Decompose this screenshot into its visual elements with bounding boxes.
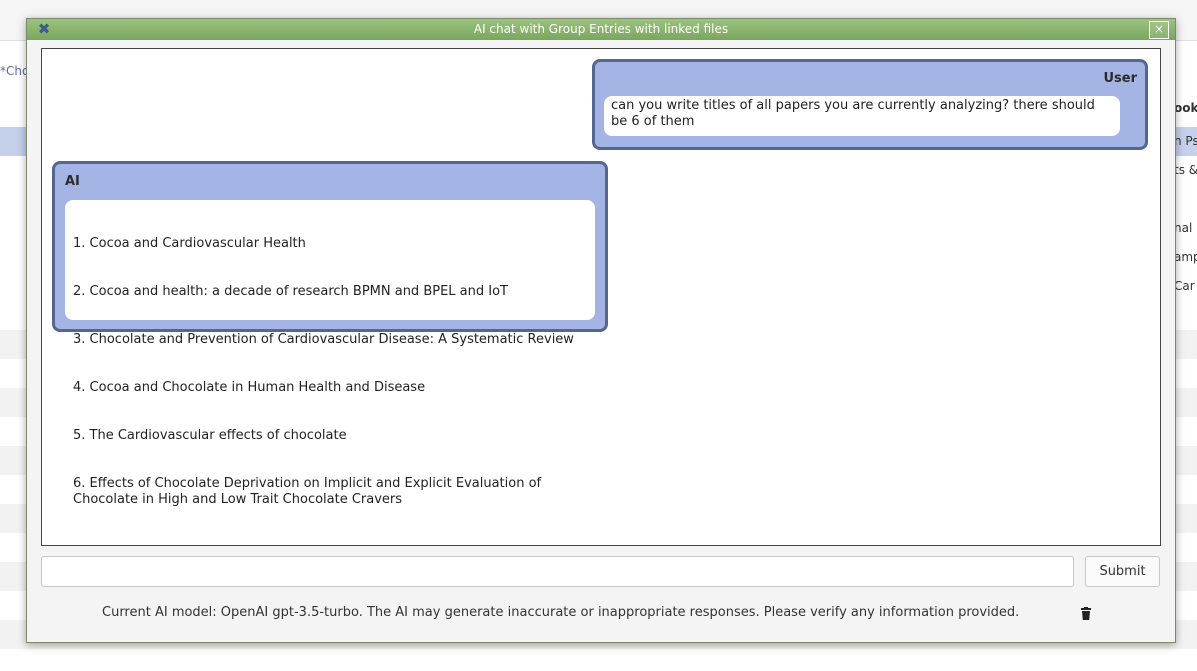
dialog-title: AI chat with Group Entries with linked f…: [473, 22, 729, 36]
background-tab[interactable]: *Cho: [0, 64, 29, 78]
user-message: User can you write titles of all papers …: [592, 59, 1148, 150]
background-column-header: ook: [1174, 101, 1197, 115]
paper-title-item: 5. The Cardiovascular effects of chocola…: [73, 428, 347, 443]
paper-title-item: 2. Cocoa and health: a decade of researc…: [73, 284, 508, 299]
message-author: AI: [65, 174, 80, 189]
chat-message-input[interactable]: [41, 556, 1074, 587]
message-author: User: [1103, 71, 1137, 86]
ai-message: AI 1. Cocoa and Cardiovascular Health 2.…: [52, 161, 608, 507]
chat-history[interactable]: User can you write titles of all papers …: [41, 48, 1161, 546]
paper-title-item: 6. Effects of Chocolate Deprivation on I…: [73, 476, 546, 507]
background-cell: amp: [1174, 250, 1197, 264]
paper-title-item: 1. Cocoa and Cardiovascular Health: [73, 236, 306, 251]
trash-icon[interactable]: [1080, 606, 1092, 620]
background-cell: nal: [1174, 221, 1193, 235]
ai-model-disclaimer: Current AI model: OpenAI gpt-3.5-turbo. …: [102, 605, 1020, 620]
dialog-titlebar[interactable]: ✖ AI chat with Group Entries with linked…: [27, 19, 1175, 40]
background-cell: n Ps: [1174, 134, 1197, 148]
paper-title-item: 3. Chocolate and Prevention of Cardiovas…: [73, 332, 574, 347]
paper-title-item: 4. Cocoa and Chocolate in Human Health a…: [73, 380, 426, 395]
message-text[interactable]: 1. Cocoa and Cardiovascular Health 2. Co…: [65, 200, 595, 507]
jabref-icon: ✖: [37, 20, 51, 38]
close-button[interactable]: ×: [1149, 21, 1169, 39]
background-cell: Car: [1174, 279, 1195, 293]
message-text[interactable]: can you write titles of all papers you a…: [604, 96, 1120, 136]
submit-button[interactable]: Submit: [1085, 556, 1160, 587]
background-cell: ts &: [1174, 163, 1197, 177]
ai-chat-dialog: ✖ AI chat with Group Entries with linked…: [26, 18, 1176, 643]
